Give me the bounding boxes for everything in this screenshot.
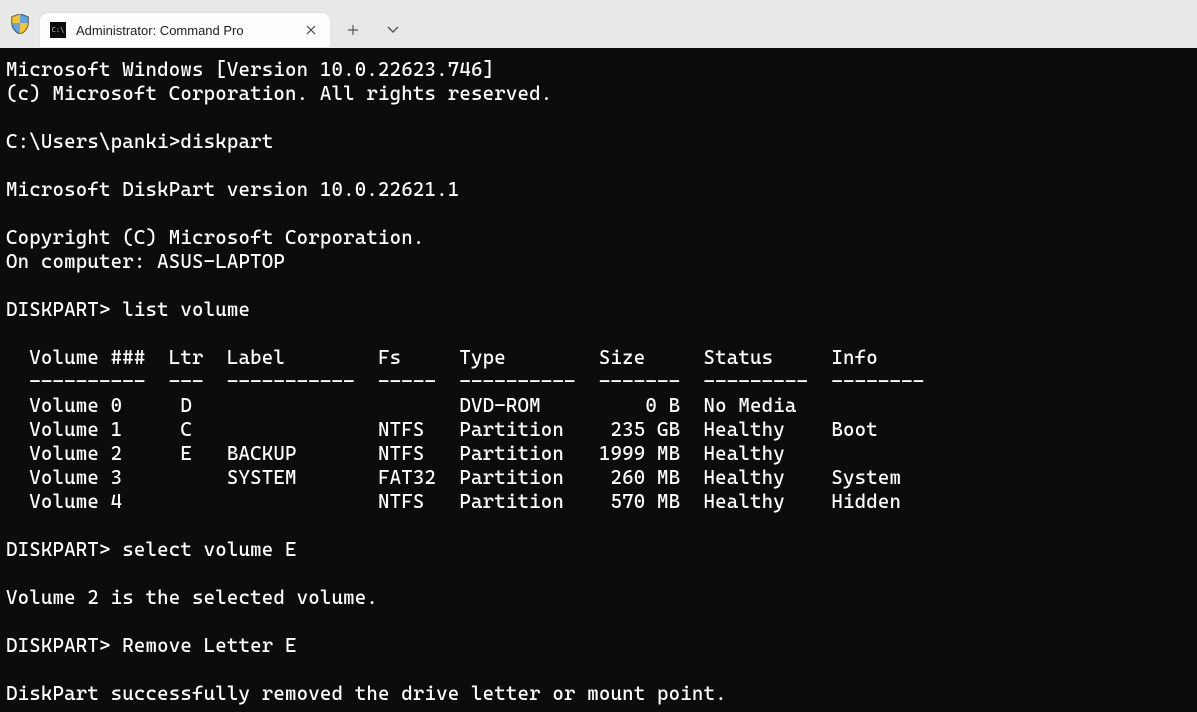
tab-title: Administrator: Command Pro — [76, 23, 292, 38]
tab-command-prompt[interactable]: C:\ Administrator: Command Pro — [40, 13, 330, 47]
close-icon[interactable] — [302, 21, 320, 39]
terminal-output[interactable]: Microsoft Windows [Version 10.0.22623.74… — [0, 48, 1197, 712]
uac-shield-icon — [10, 13, 30, 35]
new-tab-button[interactable] — [336, 13, 370, 47]
title-bar: C:\ Administrator: Command Pro — [0, 0, 1197, 48]
plus-icon — [347, 24, 359, 36]
terminal-icon: C:\ — [50, 22, 66, 38]
tab-dropdown-button[interactable] — [376, 13, 410, 47]
chevron-down-icon — [387, 26, 399, 34]
